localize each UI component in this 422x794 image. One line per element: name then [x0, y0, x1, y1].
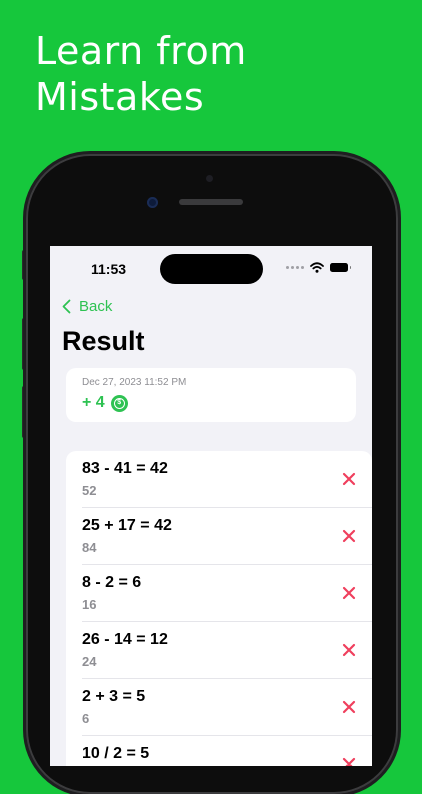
close-icon [342, 643, 356, 657]
coin-glyph: $ [113, 397, 125, 409]
close-icon [342, 757, 356, 766]
close-icon [342, 529, 356, 543]
back-button[interactable]: Back [62, 298, 112, 315]
headline-line-2: Mistakes [35, 75, 205, 119]
list-item[interactable]: 83 - 41 = 42 52 [82, 451, 372, 508]
wifi-icon [310, 262, 324, 273]
user-answer: 16 [82, 597, 97, 612]
earpiece-speaker [179, 199, 243, 205]
result-score: + 4 $ [82, 394, 128, 412]
problem-equation: 25 + 17 = 42 [82, 517, 172, 534]
front-camera [206, 175, 213, 182]
page-title: Result [62, 326, 145, 356]
list-item[interactable]: 26 - 14 = 12 24 [82, 622, 372, 679]
user-answer: 6 [82, 711, 90, 726]
result-summary-card: Dec 27, 2023 11:52 PM + 4 $ [66, 368, 356, 422]
chevron-left-icon [62, 299, 71, 314]
headline-line-1: Learn from [35, 29, 247, 73]
battery-icon [330, 263, 351, 272]
problem-equation: 2 + 3 = 5 [82, 688, 146, 705]
problem-list: 83 - 41 = 42 52 25 + 17 = 42 84 8 - 2 = 6 16 2… [66, 451, 372, 766]
close-icon [342, 586, 356, 600]
app-screen: 11:53 Back Result Dec 27, 2023 11:52 PM … [50, 246, 372, 766]
list-item[interactable]: 25 + 17 = 42 84 [82, 508, 372, 565]
list-item[interactable]: 10 / 2 = 5 [82, 736, 372, 766]
list-item[interactable]: 2 + 3 = 5 6 [82, 679, 372, 736]
problem-equation: 26 - 14 = 12 [82, 631, 168, 648]
list-item[interactable]: 8 - 2 = 6 16 [82, 565, 372, 622]
headline: Learn from Mistakes [35, 28, 247, 120]
close-icon [342, 472, 356, 486]
close-icon [342, 700, 356, 714]
problem-equation: 10 / 2 = 5 [82, 745, 150, 762]
dynamic-island [160, 254, 263, 284]
user-answer: 52 [82, 483, 97, 498]
back-label: Back [79, 298, 113, 315]
signal-icon [286, 266, 304, 269]
user-answer: 24 [82, 654, 97, 669]
status-icons [286, 262, 351, 273]
status-time: 11:53 [91, 261, 127, 277]
proximity-sensor [147, 197, 158, 208]
problem-equation: 83 - 41 = 42 [82, 460, 168, 477]
score-value: + 4 [82, 394, 105, 411]
coin-icon: $ [110, 394, 128, 412]
user-answer: 84 [82, 540, 97, 555]
result-date: Dec 27, 2023 11:52 PM [82, 377, 187, 388]
problem-equation: 8 - 2 = 6 [82, 574, 142, 591]
